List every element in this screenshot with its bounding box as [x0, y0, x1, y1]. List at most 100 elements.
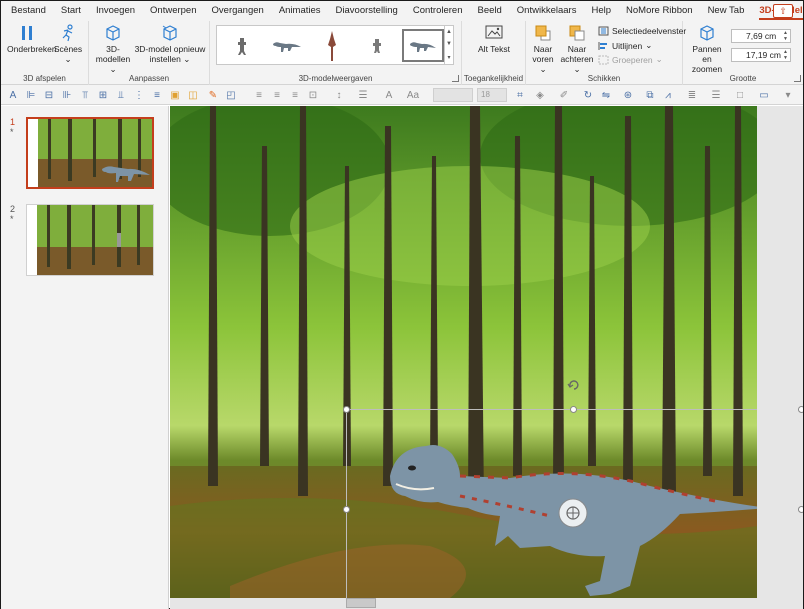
outline-color-icon[interactable]: ✐ — [557, 88, 571, 102]
send-backward-label: Naar achteren — [560, 44, 594, 64]
view-top[interactable] — [311, 29, 353, 62]
rotation-handle[interactable] — [567, 378, 581, 392]
horizontal-scroll-thumb[interactable] — [346, 598, 376, 608]
current-slide[interactable] — [170, 106, 757, 598]
dino-front-icon — [238, 37, 246, 55]
fill-color-icon[interactable]: ◈ — [533, 88, 547, 102]
bullets-icon[interactable]: ☰ — [356, 88, 370, 102]
width-input[interactable]: 17,19 cm ▲ ▼ — [731, 48, 791, 62]
reset-3d-model-button[interactable]: 3D-model opnieuw instellen ⌄ — [133, 24, 207, 64]
distribute-vertical-icon[interactable]: ≡ — [150, 88, 164, 102]
tab-new-tab[interactable]: New Tab — [708, 1, 745, 21]
resize-handle-top-right[interactable] — [798, 406, 803, 413]
resize-handle-middle-right[interactable] — [798, 506, 803, 513]
align-right-icon[interactable]: ⊪ — [60, 88, 74, 102]
group-objects-icon[interactable]: ▣ — [168, 88, 182, 102]
selection-pane-button[interactable]: Selectiedeelvenster — [598, 26, 686, 36]
views-dialog-launcher[interactable] — [452, 75, 459, 82]
tab-diavoorstelling[interactable]: Diavoorstelling — [336, 1, 398, 21]
text-align-center-icon[interactable]: ≡ — [270, 88, 284, 102]
view-angled-selected[interactable] — [402, 29, 444, 62]
slide-editing-canvas[interactable] — [170, 106, 803, 609]
picture-icon[interactable]: ▭ — [757, 88, 771, 102]
width-value: 17,19 cm — [746, 50, 781, 60]
align-center-icon[interactable]: ⊟ — [42, 88, 56, 102]
3d-rotate-icon[interactable] — [566, 506, 580, 520]
reset-label: 3D-model opnieuw instellen — [134, 44, 206, 64]
pan-zoom-button[interactable]: Pannen en zoomen — [687, 24, 727, 74]
resize-handle-top-left[interactable] — [343, 406, 350, 413]
align-label: Uitlijnen — [612, 40, 643, 51]
shape-icon[interactable]: □ — [733, 88, 747, 102]
pause-icon — [22, 26, 32, 40]
text-align-left-icon[interactable]: ≡ — [252, 88, 266, 102]
group-schikken: Naar voren ⌄ Naar achteren ⌄ Selectiedee… — [526, 21, 686, 85]
tab-ontwerpen[interactable]: Ontwerpen — [150, 1, 196, 21]
send-backward-button[interactable]: Naar achteren ⌄ — [560, 24, 594, 74]
ribbon-tabs: Bestand Start Invoegen Ontwerpen Overgan… — [1, 1, 803, 21]
tab-overgangen[interactable]: Overgangen — [212, 1, 264, 21]
gallery-scroll[interactable]: ▲ ▼ ▾ — [444, 25, 454, 65]
font-color-icon[interactable]: A — [382, 88, 396, 102]
height-input[interactable]: 7,69 cm ▲ ▼ — [731, 29, 791, 43]
view-front[interactable] — [221, 29, 263, 62]
align-middle-icon[interactable]: ⊞ — [96, 88, 110, 102]
alt-text-button[interactable]: Alt Tekst — [466, 24, 522, 54]
align-top-icon[interactable]: ⫪ — [78, 88, 92, 102]
3d-models-button[interactable]: 3D-modellen ⌄ — [93, 24, 133, 74]
tab-help[interactable]: Help — [591, 1, 611, 21]
font-name-select[interactable] — [433, 88, 473, 102]
distribute-icon[interactable]: ⋮ — [132, 88, 146, 102]
tab-invoegen[interactable]: Invoegen — [96, 1, 135, 21]
size-dialog-launcher[interactable] — [794, 75, 801, 82]
text-box-icon[interactable]: A — [6, 88, 20, 102]
shape-outline-icon[interactable]: ◰ — [224, 88, 238, 102]
align-button[interactable]: Uitlijnen ⌄ — [598, 40, 652, 51]
ungroup-icon[interactable]: ◫ — [186, 88, 200, 102]
resize-handle-top-middle[interactable] — [570, 406, 577, 413]
tab-bestand[interactable]: Bestand — [11, 1, 46, 21]
line-spacing-icon[interactable]: ↕ — [332, 88, 346, 102]
group-objects-button[interactable]: Groeperen ⌄ — [598, 54, 663, 65]
tab-controleren[interactable]: Controleren — [413, 1, 463, 21]
dino-top-icon — [328, 30, 336, 61]
format-painter-icon[interactable]: ✎ — [206, 88, 220, 102]
trex-3d-model[interactable] — [390, 436, 757, 598]
tab-animaties[interactable]: Animaties — [279, 1, 321, 21]
text-direction-icon[interactable]: ⊡ — [306, 88, 320, 102]
resize-handle-middle-left[interactable] — [343, 506, 350, 513]
rotate-flip-icon[interactable]: ⇋ — [599, 88, 613, 102]
tab-start[interactable]: Start — [61, 1, 81, 21]
scenes-button[interactable]: Scènes ⌄ — [51, 24, 85, 64]
line-weight-icon[interactable]: ≣ — [685, 88, 699, 102]
slide-thumbnail-1[interactable] — [26, 117, 154, 189]
text-align-right-icon[interactable]: ≡ — [288, 88, 302, 102]
line-dash-icon[interactable]: ☰ — [709, 88, 723, 102]
tab-nomore-ribbon[interactable]: NoMore Ribbon — [626, 1, 693, 21]
group-label-accessibility: Toegankelijkheid — [463, 74, 524, 83]
slide-thumbnail-2[interactable] — [26, 204, 154, 276]
group-label-aanpassen: Aanpassen — [128, 74, 170, 83]
tab-beeld[interactable]: Beeld — [477, 1, 501, 21]
more-options-icon[interactable]: ▾ — [781, 88, 795, 102]
view-side[interactable] — [266, 29, 308, 62]
font-case-icon[interactable]: Aa — [406, 88, 420, 102]
effects-icon[interactable]: ⊛ — [621, 88, 635, 102]
share-button[interactable]: ⇧ — [773, 4, 793, 18]
font-size-select[interactable]: 18 — [477, 88, 507, 102]
send-backward-icon — [569, 25, 585, 41]
arrange-icon[interactable]: ⧉ — [643, 88, 657, 102]
scenes-label: Scènes — [53, 44, 83, 54]
bring-forward-button[interactable]: Naar voren ⌄ — [528, 24, 558, 74]
selection-frame-left — [346, 409, 347, 598]
tab-ontwikkelaars[interactable]: Ontwikkelaars — [517, 1, 577, 21]
chart-icon[interactable]: ⩘ — [661, 88, 675, 102]
slide-animation-marker-1: * — [10, 127, 14, 137]
crop-icon[interactable]: ⌗ — [513, 88, 527, 102]
cube-reset-icon — [162, 25, 177, 41]
view-back[interactable] — [356, 29, 398, 62]
rotate-icon[interactable]: ↻ — [581, 88, 595, 102]
align-bottom-icon[interactable]: ⫫ — [114, 88, 128, 102]
align-left-icon[interactable]: ⊫ — [24, 88, 38, 102]
pause-button[interactable]: Onderbreken — [7, 24, 57, 54]
